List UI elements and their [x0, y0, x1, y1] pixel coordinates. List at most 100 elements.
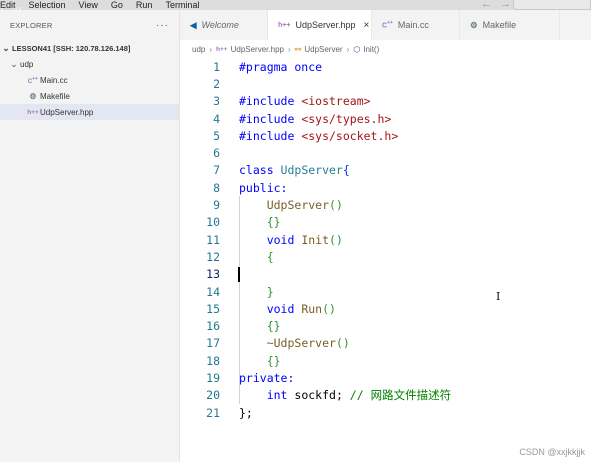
line-number: 6 [213, 146, 220, 161]
token: Init [301, 232, 330, 247]
menu-go[interactable]: Go [111, 0, 123, 10]
workspace-root[interactable]: ⌄ LESSON41 [SSH: 120.78.126.148] [0, 40, 179, 56]
token: public: [239, 180, 288, 195]
line-number: 13 [206, 267, 220, 282]
token: int [266, 388, 295, 403]
tab-label: Welcome [201, 20, 239, 30]
menu-selection[interactable]: Selection [29, 0, 66, 10]
tab-welcome[interactable]: ◀ Welcome [180, 10, 268, 40]
token: {} [266, 215, 281, 230]
tree-folder-udp[interactable]: ⌄ udp [0, 56, 179, 72]
line-text: UdpServer() [239, 198, 343, 212]
line-number: 12 [206, 249, 220, 264]
class-icon: ⚯ [294, 44, 302, 54]
tree-file-main-cc[interactable]: C++ Main.cc [0, 72, 179, 88]
breadcrumb-folder[interactable]: udp [192, 45, 205, 54]
arrow-right-icon[interactable]: → [500, 0, 511, 10]
line-number: 8 [213, 180, 220, 195]
line-text: {} [239, 319, 281, 333]
menu-bar: Edit Selection View Go Run Terminal ← → [0, 0, 591, 10]
explorer-sidebar: EXPLORER ··· ⌄ LESSON41 [SSH: 120.78.126… [0, 10, 180, 462]
explorer-header: EXPLORER ··· [0, 10, 179, 40]
chevron-right-icon: › [287, 44, 291, 54]
line-text: } [239, 285, 274, 299]
tab-makefile[interactable]: ⚙ Makefile [460, 10, 560, 40]
tab-label: Main.cc [397, 20, 429, 30]
token: <sys/types.h> [301, 111, 392, 126]
command-center[interactable] [513, 0, 591, 10]
token: UdpServer [266, 198, 330, 213]
text-cursor [238, 267, 240, 282]
explorer-title: EXPLORER [10, 20, 53, 30]
code-editor[interactable]: 1 #pragma once 2 3 #include <iostream> 4… [180, 58, 591, 462]
line-text: #include <iostream> [239, 94, 371, 108]
token: {} [266, 353, 281, 368]
code-line: 11 void Init() [180, 231, 343, 248]
breadcrumb-file[interactable]: UdpServer.hpp [231, 45, 284, 54]
breadcrumb-method[interactable]: Init() [363, 45, 379, 54]
line-text: void Run() [239, 302, 336, 316]
token: { [342, 163, 350, 178]
arrow-left-icon[interactable]: ← [481, 0, 492, 10]
code-line: 6 [180, 145, 220, 162]
breadcrumb-class[interactable]: UdpServer [304, 45, 342, 54]
more-actions-icon[interactable]: ··· [156, 20, 169, 31]
hpp-file-icon: h++ [216, 45, 228, 53]
token: } [266, 284, 274, 299]
token: () [329, 232, 343, 247]
close-icon[interactable]: × [364, 20, 370, 31]
token: <sys/socket.h> [301, 128, 399, 143]
tab-main-cc[interactable]: C++ Main.cc [372, 10, 460, 40]
cpp-file-icon: C++ [382, 20, 393, 30]
line-number: 9 [213, 198, 220, 213]
token: #pragma once [239, 59, 323, 74]
code-line: 10 {} [180, 214, 280, 231]
code-line-current: 13 [180, 266, 220, 283]
code-line: 21 }; [180, 404, 253, 421]
ibeam-cursor-icon: I [496, 290, 501, 303]
line-number: 4 [213, 111, 220, 126]
line-text: private: [239, 371, 294, 385]
code-line: 17 ~UdpServer() [180, 335, 350, 352]
menu-view[interactable]: View [79, 0, 98, 10]
hpp-file-icon: h++ [27, 108, 39, 116]
code-line: 12 { [180, 248, 274, 265]
token: }; [239, 405, 253, 420]
tab-udpserver-hpp[interactable]: h++ UdpServer.hpp × [268, 10, 372, 40]
line-text: void Init() [239, 233, 343, 247]
line-number: 11 [206, 232, 220, 247]
tree-file-makefile[interactable]: ⚙ Makefile [0, 88, 179, 104]
hpp-file-icon: h++ [278, 21, 291, 29]
menu-run[interactable]: Run [136, 0, 153, 10]
code-line: 1 #pragma once [180, 58, 322, 75]
chevron-down-icon: ⌄ [2, 42, 10, 53]
token: UdpServer [280, 163, 343, 178]
code-line: 19 private: [180, 369, 294, 386]
token: class [239, 163, 281, 178]
chevron-right-icon: › [346, 44, 350, 54]
line-number: 10 [206, 215, 220, 230]
tree-folder-label: udp [20, 59, 34, 69]
tree-file-udpserver-hpp[interactable]: h++ UdpServer.hpp [0, 104, 179, 120]
tab-label: UdpServer.hpp [295, 20, 356, 30]
comment: // 网路文件描述符 [350, 388, 451, 402]
token: void [266, 301, 302, 316]
token: #include [239, 111, 302, 126]
line-number: 19 [206, 371, 220, 386]
line-number: 16 [206, 319, 220, 334]
code-line: 3 #include <iostream> [180, 93, 371, 110]
vscode-icon: ◀ [190, 19, 197, 30]
editor-tabs: ◀ Welcome h++ UdpServer.hpp × C++ Main.c… [180, 10, 591, 40]
code-line: 2 [180, 75, 220, 92]
code-line: 8 public: [180, 179, 287, 196]
token: {} [266, 319, 281, 334]
menu-terminal[interactable]: Terminal [165, 0, 199, 10]
token: void [266, 232, 302, 247]
tree-file-label: UdpServer.hpp [40, 107, 94, 117]
